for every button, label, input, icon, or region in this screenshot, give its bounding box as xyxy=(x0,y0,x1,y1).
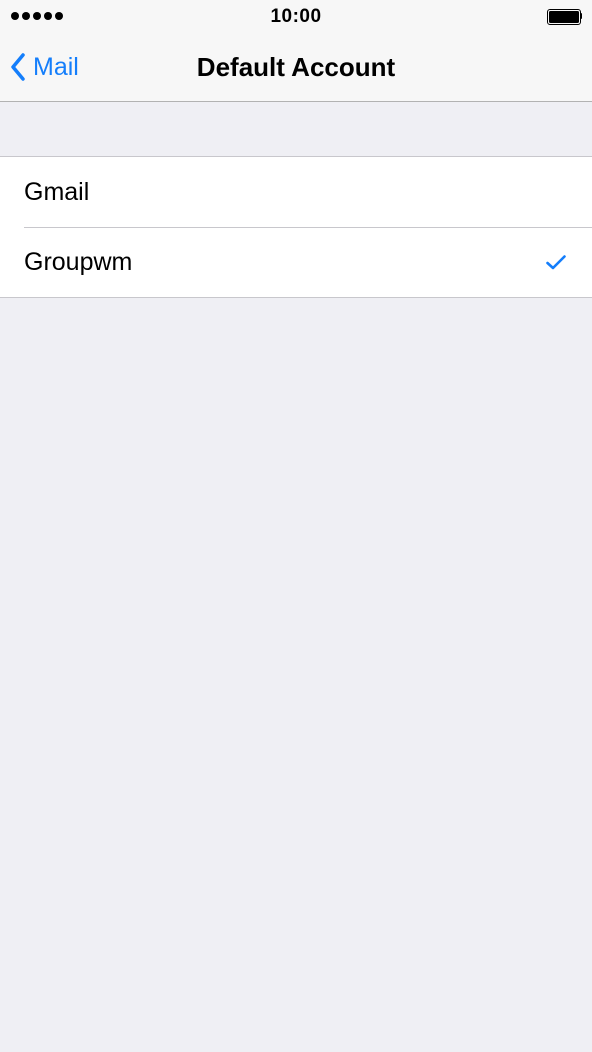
checkmark-icon xyxy=(546,255,566,270)
battery-fill xyxy=(549,11,579,23)
page-title: Default Account xyxy=(196,52,396,82)
navigation-bar: Mail Default Account xyxy=(0,34,592,102)
battery-body xyxy=(547,9,581,25)
status-bar: 10:00 xyxy=(0,0,592,34)
account-row-groupwm[interactable]: Groupwm xyxy=(0,227,592,297)
account-row-gmail[interactable]: Gmail xyxy=(0,157,592,227)
account-label: Gmail xyxy=(24,178,90,206)
account-label: Groupwm xyxy=(24,248,133,276)
status-time: 10:00 xyxy=(270,6,322,27)
account-list: Gmail Groupwm xyxy=(0,156,592,298)
battery-icon xyxy=(547,9,582,25)
battery-tip xyxy=(580,13,582,19)
